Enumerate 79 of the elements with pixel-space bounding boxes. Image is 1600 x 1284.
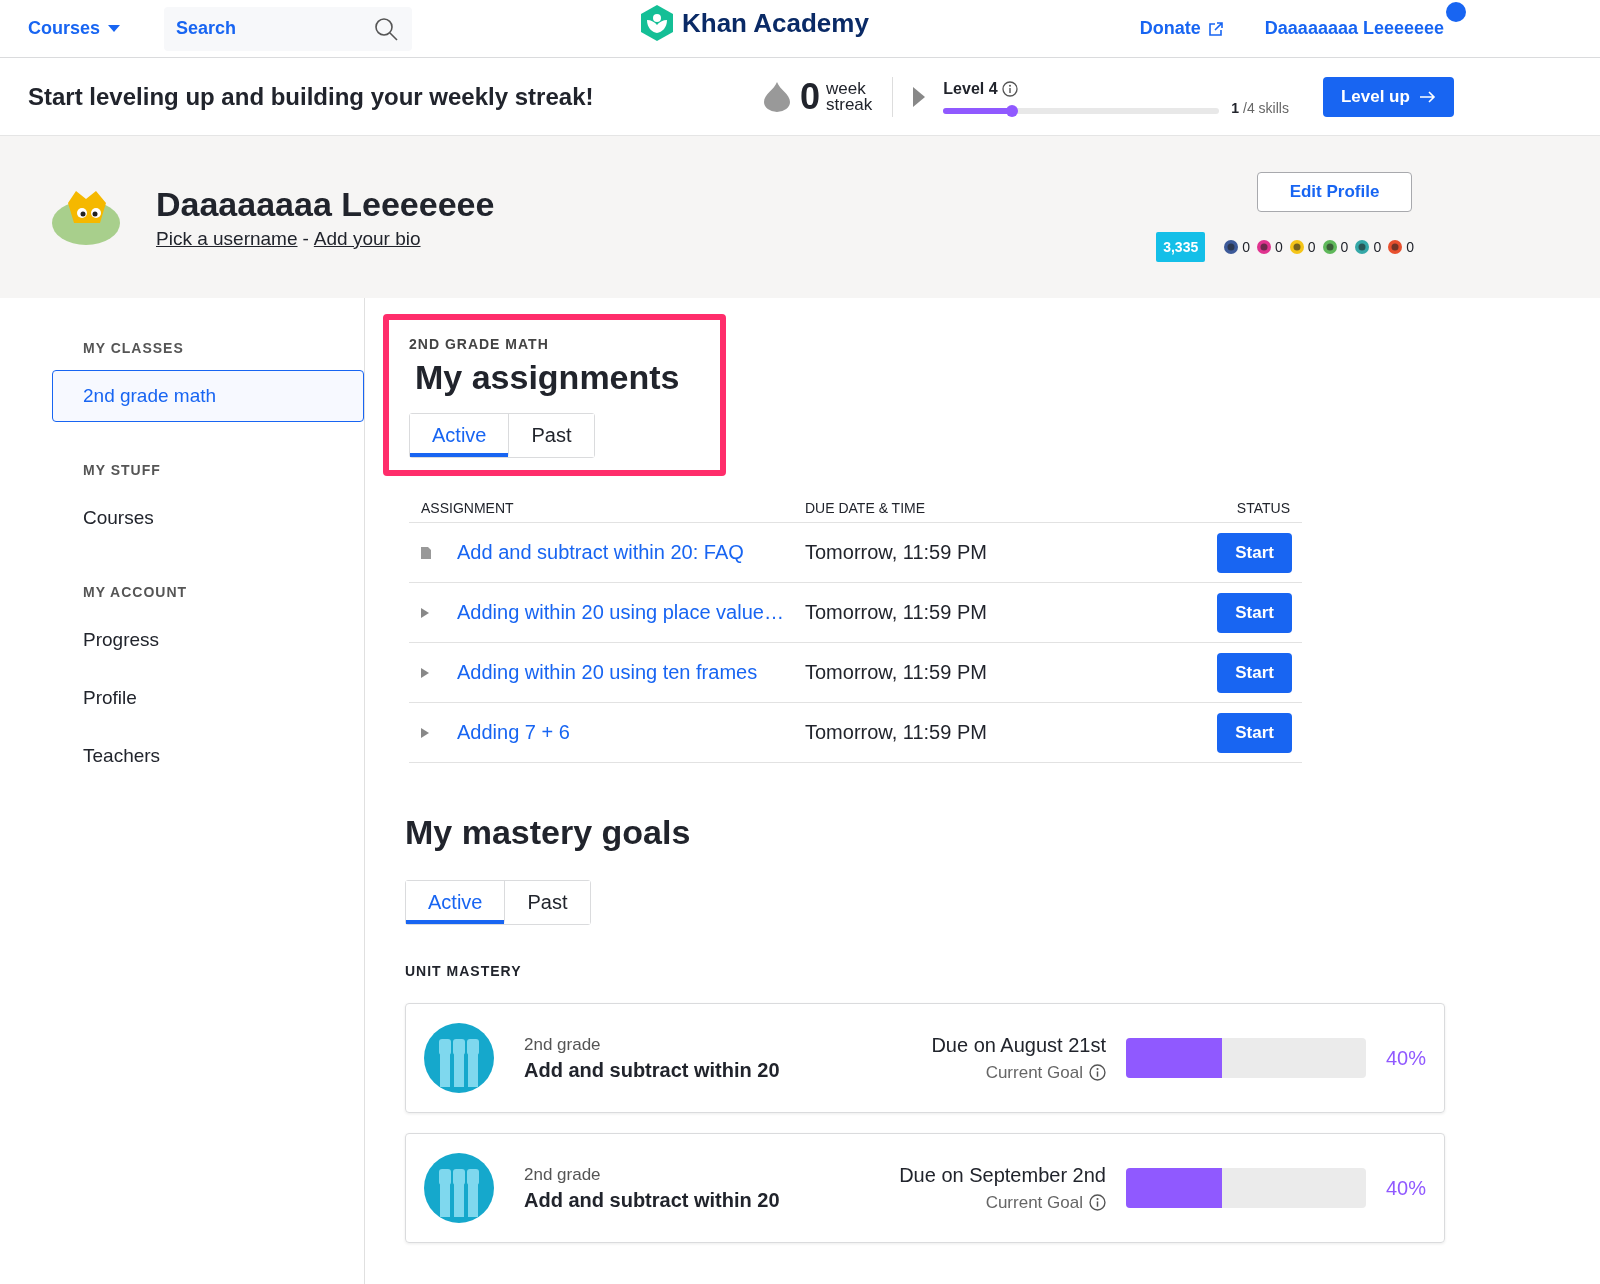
courses-menu[interactable]: Courses: [28, 18, 121, 39]
separator-text: -: [302, 227, 309, 249]
goal-label: Current Goal: [985, 1192, 1083, 1213]
unit-title: Add and subtract within 20: [524, 1058, 780, 1082]
donate-link[interactable]: Donate: [1139, 18, 1223, 39]
badge-count: 0: [1373, 239, 1382, 255]
badge-count: 0: [1275, 239, 1283, 255]
badge-count: 0: [1406, 239, 1414, 255]
avatar-drawing: [52, 189, 122, 245]
assignment-link[interactable]: Adding within 20 using place value…: [457, 601, 805, 624]
play-icon: [421, 667, 429, 678]
tab[interactable]: Active: [410, 414, 509, 457]
sidebar-item[interactable]: Profile: [52, 672, 364, 724]
badge-count: 0: [1242, 239, 1250, 255]
info-icon: [1088, 1194, 1106, 1211]
info-icon: [1001, 80, 1018, 97]
points-badge: 3,335: [1156, 232, 1206, 262]
column-header: DUE DATE & TIME: [805, 500, 927, 516]
document-icon: [421, 546, 431, 559]
class-label: 2ND GRADE MATH: [409, 336, 550, 352]
logo-icon: [640, 4, 674, 42]
due-date-cell-text: Tomorrow, 11:59 PM: [805, 541, 988, 564]
start-button[interactable]: Start: [1217, 592, 1292, 633]
goal-label: Current Goal: [985, 1062, 1083, 1083]
sidebar-heading: MY STUFF: [83, 462, 162, 478]
user-menu[interactable]: Daaaaaaaa Leeeeeee: [1264, 18, 1444, 39]
assignment-link[interactable]: Adding 7 + 6: [457, 721, 805, 744]
column-header: STATUS: [1236, 500, 1290, 516]
level-up-button[interactable]: Level up: [1322, 76, 1454, 117]
due-date: Due on September 2nd: [899, 1163, 1106, 1187]
sidebar-item[interactable]: Courses: [52, 492, 364, 544]
badge-count: 0: [1340, 239, 1349, 255]
assignment-link[interactable]: Adding within 20 using ten frames: [457, 661, 805, 684]
streak-count: 0: [800, 75, 821, 118]
level-label: Level 4: [943, 79, 1220, 98]
streak-message: Start leveling up and building your weekly streak!: [28, 82, 595, 111]
streak-label: week: [826, 80, 867, 97]
due-date-cell-text: Tomorrow, 11:59 PM: [805, 661, 988, 684]
tab[interactable]: Past: [508, 414, 594, 457]
start-button[interactable]: Start: [1217, 652, 1292, 693]
mastery-percent: 40%: [1385, 1046, 1426, 1070]
tab[interactable]: Past: [504, 881, 590, 924]
info-icon: [1088, 1064, 1106, 1081]
assignment-link[interactable]: Add and subtract within 20: FAQ: [457, 541, 805, 564]
search-icon: [374, 16, 399, 41]
sidebar-item[interactable]: Progress: [52, 614, 364, 666]
play-icon: [421, 727, 429, 738]
arrow-right-icon: [1419, 89, 1436, 104]
section-label: UNIT MASTERY: [405, 963, 523, 979]
sidebar-heading: MY CLASSES: [83, 340, 185, 356]
grade-label: 2nd grade: [524, 1034, 602, 1055]
due-date: Due on August 21st: [931, 1033, 1106, 1057]
column-header: ASSIGNMENT: [421, 500, 515, 516]
profile-name: Daaaaaaaa Leeeeeee: [156, 184, 495, 224]
streak-label: streak: [826, 96, 873, 113]
unit-title: Add and subtract within 20: [524, 1188, 780, 1212]
start-button[interactable]: Start: [1217, 532, 1292, 573]
bio-link[interactable]: Add your bio: [313, 227, 421, 249]
play-icon: [421, 607, 429, 618]
logo-text: Khan Academy: [682, 7, 869, 39]
grade-label: 2nd grade: [524, 1164, 602, 1185]
search-field[interactable]: Search: [164, 6, 413, 51]
sidebar-item[interactable]: Teachers: [52, 730, 364, 782]
skills-count: 1 /4 skills: [1231, 99, 1289, 116]
tab[interactable]: Active: [406, 881, 505, 924]
start-button[interactable]: Start: [1217, 712, 1292, 753]
badge-count: 0: [1307, 239, 1316, 255]
caret-icon: [108, 24, 121, 33]
sidebar-item[interactable]: 2nd grade math: [52, 370, 364, 422]
due-date-cell-text: Tomorrow, 11:59 PM: [805, 721, 988, 744]
username-link[interactable]: Pick a username: [156, 227, 298, 249]
due-date-cell-text: Tomorrow, 11:59 PM: [805, 601, 988, 624]
play-icon: [913, 86, 926, 107]
sidebar-heading: MY ACCOUNT: [83, 584, 189, 600]
external-link-icon: [1208, 21, 1223, 36]
mastery-percent: 40%: [1385, 1176, 1426, 1200]
mastery-title: My mastery goals: [405, 813, 692, 852]
assignments-title: My assignments: [415, 358, 680, 397]
edit-profile-button[interactable]: Edit Profile: [1257, 172, 1412, 212]
